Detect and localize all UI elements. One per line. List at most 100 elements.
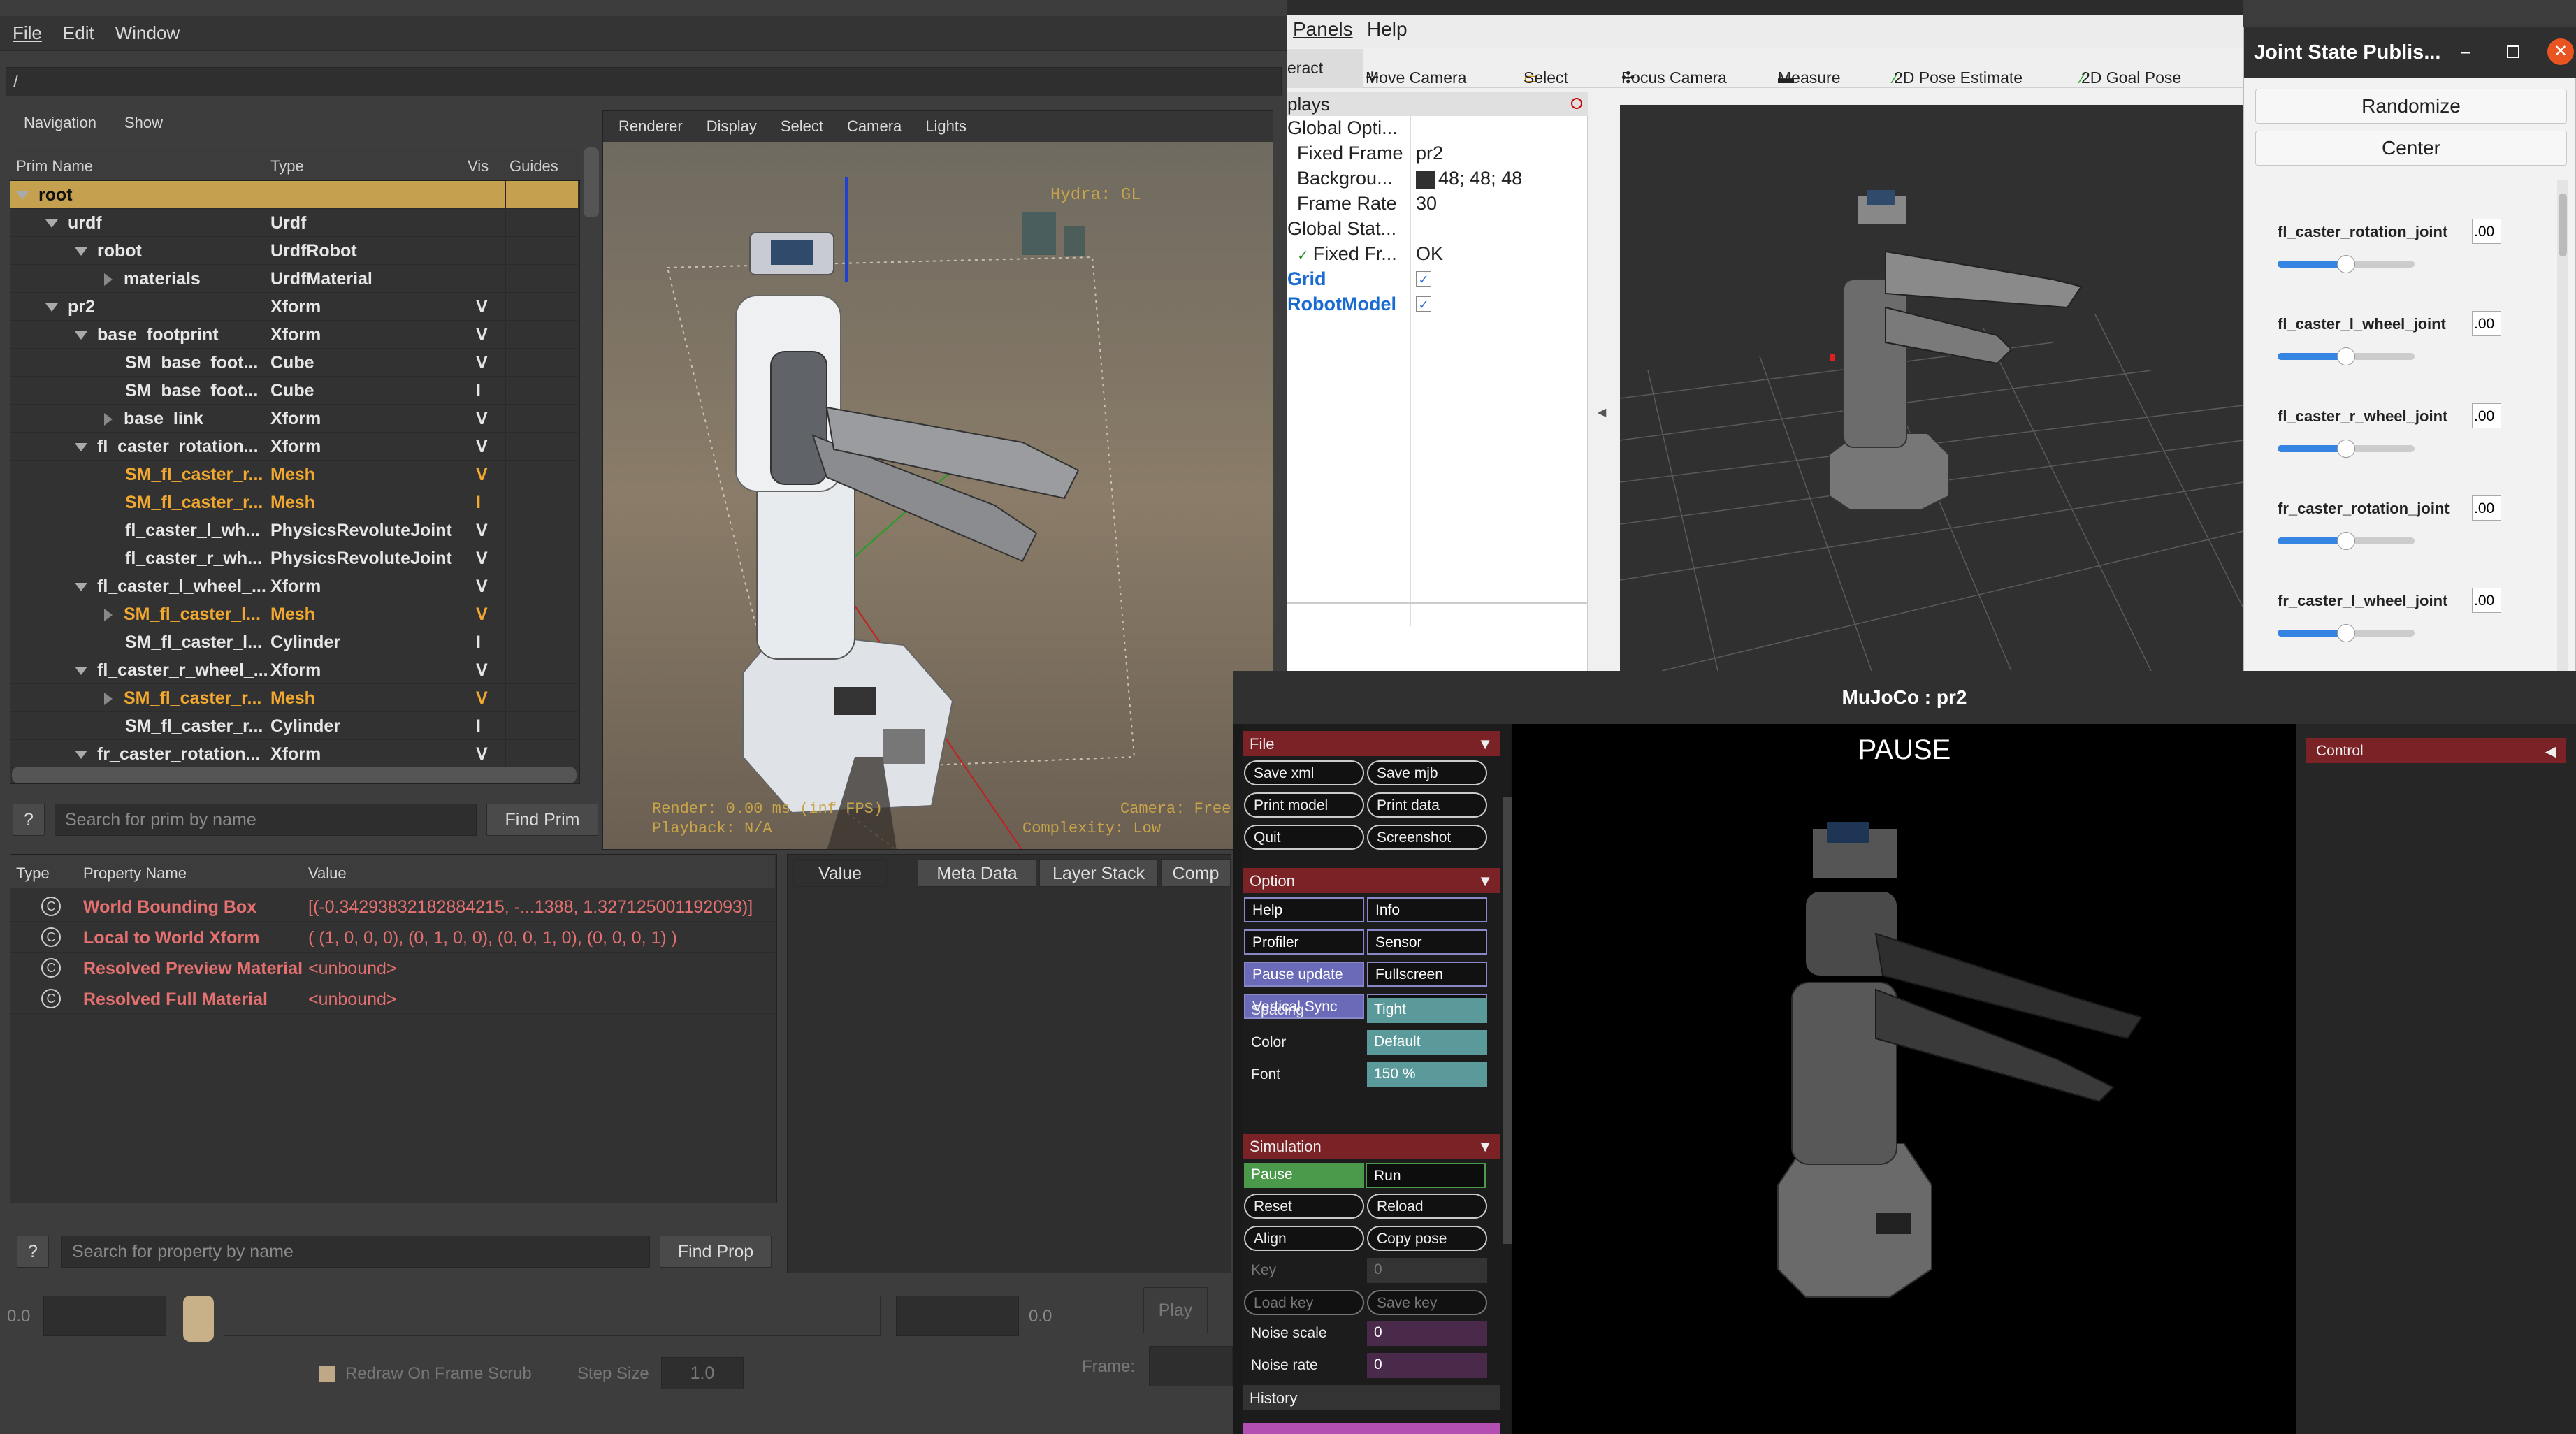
find-prim-button[interactable]: Find Prim <box>486 804 598 836</box>
randomize-button[interactable]: Randomize <box>2255 89 2567 124</box>
tab-value[interactable]: Value <box>793 859 887 887</box>
col-prop-type[interactable]: Type <box>16 864 50 883</box>
display-value[interactable]: pr2 <box>1416 143 1443 164</box>
joint-slider[interactable] <box>2278 255 2415 273</box>
sim-pause-toggle[interactable]: Pause <box>1244 1163 1364 1188</box>
prop-help-button[interactable]: ? <box>17 1236 49 1268</box>
prim-row[interactable]: fl_caster_r_wh... PhysicsRevoluteJoint V <box>10 544 578 572</box>
option-button[interactable]: Fullscreen <box>1367 962 1487 987</box>
col-guides[interactable]: Guides <box>509 157 558 175</box>
col-prop-name[interactable]: Property Name <box>83 864 187 883</box>
prim-vis[interactable]: V <box>476 409 488 429</box>
option-select-value[interactable]: 150 % <box>1367 1062 1487 1087</box>
section-history[interactable]: History <box>1243 1385 1500 1410</box>
simulation-button[interactable]: Align <box>1244 1226 1364 1251</box>
expand-arrow-icon[interactable] <box>16 191 29 201</box>
expand-arrow-icon[interactable] <box>75 331 87 340</box>
option-select-value[interactable]: Default <box>1367 1030 1487 1055</box>
prim-vis[interactable]: V <box>476 577 488 597</box>
joint-slider-knob[interactable] <box>2337 347 2355 365</box>
display-value[interactable]: 48; 48; 48 <box>1416 168 1522 189</box>
prim-tree-scrollbar[interactable] <box>584 147 599 217</box>
joint-value-input[interactable]: .00 <box>2472 403 2501 428</box>
display-checkbox[interactable]: ✓ <box>1416 296 1431 312</box>
viewport-menu-renderer[interactable]: Renderer <box>618 117 683 136</box>
joint-slider-knob[interactable] <box>2337 624 2355 642</box>
prim-row[interactable]: fl_caster_r_wheel_... Xform V <box>10 656 578 684</box>
prim-row[interactable]: fl_caster_rotation... Xform V <box>10 433 578 461</box>
simulation-button[interactable]: Copy pose <box>1367 1226 1487 1251</box>
simulation-button[interactable]: Reload <box>1367 1194 1487 1219</box>
collapsed-arrow-icon[interactable] <box>104 413 113 426</box>
viewport-menu-lights[interactable]: Lights <box>925 117 967 136</box>
save-key-button[interactable]: Save key <box>1367 1290 1487 1315</box>
viewport-menu-camera[interactable]: Camera <box>847 117 902 136</box>
display-value[interactable]: 30 <box>1416 193 1437 215</box>
frame-input[interactable] <box>1149 1346 1233 1386</box>
timeline-handle[interactable] <box>183 1296 214 1342</box>
prim-vis[interactable]: V <box>476 688 488 709</box>
property-row[interactable]: C World Bounding Box [(-0.3429383218288421… <box>10 891 775 922</box>
display-checkbox[interactable]: ✓ <box>1416 271 1431 287</box>
option-select-value[interactable]: Tight <box>1367 998 1487 1023</box>
expand-arrow-icon[interactable] <box>75 667 87 676</box>
section-option[interactable]: Option ▼ <box>1243 868 1500 893</box>
section-file[interactable]: File ▼ <box>1243 731 1500 756</box>
prim-row[interactable]: fl_caster_l_wheel_... Xform V <box>10 572 578 600</box>
mujoco-render-view[interactable]: PAUSE <box>1512 724 2296 1434</box>
prim-vis[interactable]: V <box>476 744 488 765</box>
prim-vis[interactable]: V <box>476 604 488 625</box>
center-button[interactable]: Center <box>2255 131 2567 166</box>
redraw-checkbox[interactable] <box>319 1366 335 1382</box>
prim-row[interactable]: base_footprint Xform V <box>10 321 578 349</box>
col-prop-value[interactable]: Value <box>308 864 347 883</box>
rviz-menu-help[interactable]: Help <box>1367 18 1408 41</box>
collapsed-arrow-icon[interactable] <box>104 693 113 706</box>
option-button[interactable]: Help <box>1244 897 1364 922</box>
expand-arrow-icon[interactable] <box>75 583 87 592</box>
minimize-icon[interactable]: – <box>2461 43 2470 62</box>
display-row[interactable]: ✓ Fixed Fr... OK <box>1287 242 1588 267</box>
expand-arrow-icon[interactable] <box>75 247 87 256</box>
jsp-scroll-thumb[interactable] <box>2559 194 2567 256</box>
prim-vis[interactable]: I <box>476 632 481 653</box>
prim-path-field[interactable]: / <box>6 67 1282 96</box>
prim-vis[interactable]: I <box>476 381 481 401</box>
expand-arrow-icon[interactable] <box>45 303 58 312</box>
tab-layer-stack[interactable]: Layer Stack <box>1039 859 1158 887</box>
collapsed-arrow-icon[interactable] <box>104 273 113 287</box>
prim-row[interactable]: SM_fl_caster_r... Mesh V <box>10 684 578 712</box>
menu-file[interactable]: File <box>13 22 42 44</box>
tab-navigation[interactable]: Navigation <box>24 114 96 132</box>
maximize-icon[interactable] <box>2507 45 2519 58</box>
file-button[interactable]: Save xml <box>1244 760 1364 785</box>
expand-arrow-icon[interactable] <box>45 219 58 229</box>
key-value[interactable]: 0 <box>1367 1258 1487 1283</box>
prim-vis[interactable]: I <box>476 493 481 513</box>
simulation-button[interactable]: Reset <box>1244 1194 1364 1219</box>
tool-interact[interactable]: eract <box>1287 59 1323 78</box>
file-button[interactable]: Screenshot <box>1367 825 1487 850</box>
tab-show[interactable]: Show <box>124 114 163 132</box>
prim-row[interactable]: pr2 Xform V <box>10 293 578 321</box>
joint-value-input[interactable]: .00 <box>2472 588 2501 613</box>
property-row[interactable]: C Resolved Preview Material <unbound> <box>10 953 775 983</box>
time-end-input[interactable] <box>896 1296 1019 1336</box>
prim-row[interactable]: SM_base_foot... Cube I <box>10 377 578 405</box>
joint-slider-knob[interactable] <box>2337 255 2355 273</box>
joint-value-input[interactable]: .00 <box>2472 495 2501 521</box>
file-button[interactable]: Quit <box>1244 825 1364 850</box>
col-type[interactable]: Type <box>270 157 304 175</box>
tab-comp[interactable]: Comp <box>1161 859 1231 887</box>
prim-row[interactable]: root <box>10 181 578 209</box>
find-prop-button[interactable]: Find Prop <box>660 1236 772 1268</box>
display-row[interactable]: RobotModel ✓ <box>1287 292 1588 317</box>
prim-row[interactable]: SM_fl_caster_r... Cylinder I <box>10 712 578 740</box>
display-value[interactable]: OK <box>1416 243 1443 265</box>
file-button[interactable]: Save mjb <box>1367 760 1487 785</box>
usd-viewport[interactable]: Renderer Display Select Camera Lights Hy… <box>602 110 1273 850</box>
file-button[interactable]: Print data <box>1367 792 1487 818</box>
section-control[interactable]: Control ◀ <box>2306 738 2566 763</box>
prim-row[interactable]: SM_fl_caster_l... Cylinder I <box>10 628 578 656</box>
joint-slider[interactable] <box>2278 347 2415 365</box>
